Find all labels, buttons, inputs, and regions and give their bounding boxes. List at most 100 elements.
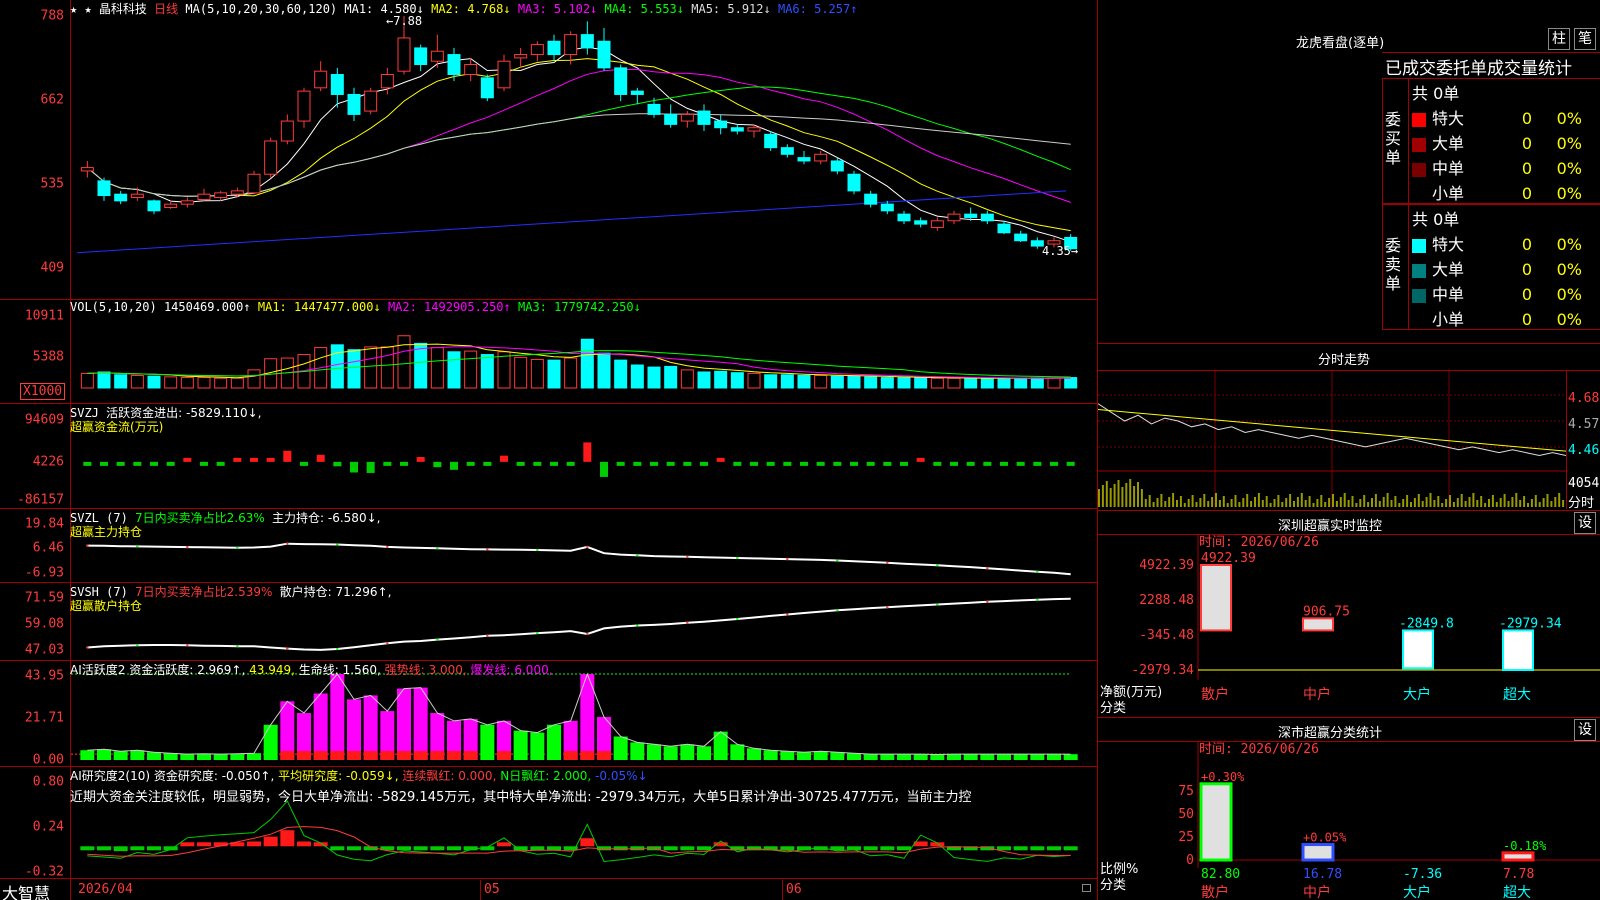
intraday-vol-bar — [1148, 495, 1151, 507]
main-holding-line-point — [986, 567, 989, 570]
longhu-tabs[interactable]: 已成交委托单成交量统计 — [1385, 54, 1572, 79]
activity-bar — [763, 750, 778, 760]
row-label: 中单 — [1432, 159, 1465, 178]
ma30-line — [86, 86, 1071, 197]
intraday-vol-bar — [1464, 501, 1467, 507]
intraday-vol-bar — [1105, 481, 1108, 507]
rt-bar-label: -2979.34 — [1499, 616, 1562, 631]
research-bar — [180, 842, 195, 847]
volume-chart[interactable] — [71, 300, 1097, 403]
main-holding-line-point — [636, 554, 639, 557]
research-bar — [413, 846, 428, 851]
y-tick-label: 409 — [40, 260, 64, 276]
intraday-vol-bar — [1546, 494, 1549, 507]
row-pct: 0% — [1556, 285, 1582, 304]
intraday-vol-bar — [1101, 485, 1104, 507]
fund-flow-bar — [650, 461, 658, 466]
activity-bar — [847, 753, 861, 760]
fund-flow-bar — [100, 461, 108, 466]
fund-flow-bar — [833, 461, 842, 466]
classstat-settings-button[interactable]: 设 — [1574, 719, 1596, 741]
bar-mode-button[interactable]: 柱 — [1548, 28, 1570, 50]
svzj-sub: 超赢资金流(万元) — [70, 420, 164, 434]
intraday-vol-bar — [1523, 496, 1526, 507]
volume-bar — [514, 356, 528, 389]
intraday-vol-bar — [1254, 497, 1256, 507]
research-bar — [197, 842, 211, 847]
volume-bar — [964, 377, 978, 389]
activity-bar — [997, 754, 1011, 760]
pen-mode-button[interactable]: 笔 — [1574, 28, 1596, 50]
class-stat-bar-chart[interactable]: 时间: 2026/06/26 75 50 25 0 +0.30% 82.80 散户 +0.05%… — [1098, 742, 1600, 900]
longhu-title: 龙虎看盘(逐单) — [1296, 36, 1385, 51]
retail-holding-line-point — [336, 647, 339, 651]
activity-bar — [363, 695, 378, 760]
research-bar — [280, 830, 295, 847]
main-holding-line-point — [86, 544, 89, 547]
row-count: 0 — [1521, 184, 1532, 203]
intraday-vol-bar — [1441, 503, 1444, 507]
ma6-value: MA6: 5.257↑ — [777, 2, 858, 16]
vol-name: VOL(5,10,20) — [70, 300, 157, 314]
intraday-vol-bar — [1234, 495, 1237, 507]
intraday-vol-bar — [1460, 494, 1463, 507]
ma60-line — [86, 113, 1071, 197]
cs-category: 超大 — [1503, 885, 1531, 900]
volume-bar — [197, 377, 211, 389]
activity-bar — [947, 754, 961, 760]
row-pct: 0% — [1556, 184, 1582, 203]
volume-bar — [580, 338, 594, 389]
panel-separator — [0, 878, 1098, 879]
x-grid-line — [480, 880, 481, 900]
cs-time: 时间: 2026/06/26 — [1199, 742, 1319, 757]
research-bar — [113, 846, 128, 852]
intraday-vol-bar — [1351, 496, 1354, 507]
ma10-line — [86, 58, 1071, 232]
candle-body — [947, 213, 961, 222]
research-bar — [997, 846, 1011, 851]
lock-icon[interactable] — [1082, 884, 1091, 892]
research-bar — [580, 838, 595, 847]
retail-holding-line-point — [636, 624, 639, 627]
y-tick-label: 6.46 — [32, 540, 64, 556]
sell-total: 共 0单 — [1412, 210, 1460, 229]
intraday-vol-bar — [1222, 496, 1225, 507]
intraday-vol-bar — [1137, 482, 1139, 507]
volume-bar — [714, 370, 728, 389]
activity-bar — [663, 746, 678, 760]
intraday-vol-bar — [1456, 498, 1459, 507]
activity-base-bar — [347, 751, 361, 760]
intraday-chart[interactable] — [1098, 371, 1566, 509]
fund-flow-bar — [333, 461, 342, 467]
activity-bar — [680, 744, 695, 760]
candle-body — [297, 90, 311, 122]
cs-bar — [1501, 851, 1535, 862]
color-swatch-icon — [1412, 288, 1426, 303]
activity-bar — [647, 744, 661, 760]
intraday-vol-bar — [1226, 503, 1229, 507]
candle-body — [997, 223, 1011, 234]
activity-bar — [630, 742, 645, 760]
volume-bar — [780, 374, 794, 389]
ai2-res: 资金研究度: -0.050↑, — [153, 769, 275, 783]
candle-body — [780, 147, 794, 155]
realtime-settings-button[interactable]: 设 — [1574, 512, 1596, 534]
candle-body — [747, 127, 761, 132]
intraday-vol-bar — [1562, 500, 1565, 507]
cs-value: -7.36 — [1403, 867, 1442, 882]
intraday-vol-bar — [1230, 499, 1233, 507]
intraday-vol-bar — [1550, 501, 1553, 507]
candle-body — [380, 74, 394, 89]
candlestick-chart[interactable] — [71, 0, 1097, 298]
activity-base-bar — [363, 751, 378, 760]
activity-bar — [730, 744, 745, 760]
intraday-vol-bar — [1117, 480, 1120, 507]
main-holding-line-point — [836, 559, 839, 562]
period-label[interactable]: 日线 — [154, 2, 178, 16]
ai2-tail: -0.05%↓ — [595, 769, 648, 783]
retail-holding-line-point — [486, 634, 489, 638]
realtime-bar-chart[interactable]: 时间: 2026/06/264922.392288.48-345.48-2979… — [1098, 535, 1600, 715]
research-bar — [347, 846, 361, 851]
intraday-vol-bar — [1339, 497, 1342, 507]
svzl-sub: 超赢主力持仓 — [70, 525, 143, 539]
